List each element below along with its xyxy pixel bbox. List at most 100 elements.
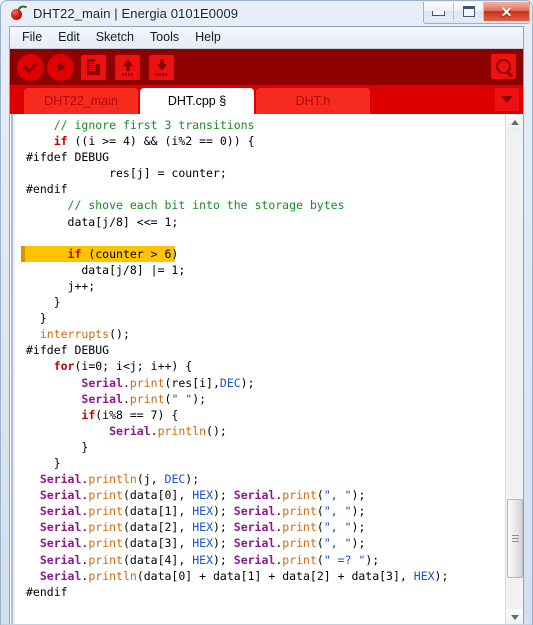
code-line[interactable]: // ignore first 3 transitions <box>15 117 505 133</box>
code-token: print <box>282 552 317 567</box>
tab-dht-cpp[interactable]: DHT.cpp § <box>140 88 254 114</box>
menu-item-help[interactable]: Help <box>187 28 229 47</box>
code-token: println <box>88 472 137 487</box>
code-line[interactable]: for(i=0; i<j; i++) { <box>15 358 505 374</box>
code-token: ); <box>351 520 366 535</box>
editor-area: // ignore first 3 transitions if ((i >= … <box>10 114 523 624</box>
close-button[interactable]: ✕ <box>484 2 529 21</box>
code-token: ( <box>316 520 324 535</box>
code-text-area[interactable]: // ignore first 3 transitions if ((i >= … <box>15 114 505 624</box>
code-token: ); <box>351 504 366 519</box>
code-token: (data[2], <box>122 520 193 535</box>
tab-menu-button[interactable] <box>495 88 519 111</box>
code-token: Serial <box>233 504 276 519</box>
code-line[interactable]: #endif <box>15 584 505 600</box>
code-token: } <box>26 295 61 310</box>
tab-dht22-main[interactable]: DHT22_main <box>24 88 138 114</box>
code-token: ); <box>213 536 234 551</box>
code-line[interactable]: #ifdef DEBUG <box>15 342 505 358</box>
maximize-button[interactable] <box>454 2 484 21</box>
up-arrow-icon <box>122 58 133 76</box>
scroll-up-icon <box>510 120 519 125</box>
menu-item-file[interactable]: File <box>14 28 50 47</box>
code-line[interactable]: Serial.println(); <box>15 423 505 439</box>
code-line[interactable]: Serial.print(data[1], HEX); Serial.print… <box>15 503 505 519</box>
code-line[interactable] <box>15 230 505 246</box>
code-line[interactable]: } <box>15 455 505 471</box>
code-line[interactable]: } <box>15 294 505 310</box>
code-token: (data[0], <box>122 488 193 503</box>
minimize-button[interactable] <box>424 2 454 21</box>
title-bar[interactable]: DHT22_main | Energia 0101E0009 ✕ <box>1 1 532 25</box>
code-token: print <box>88 536 123 551</box>
code-token: DEC <box>219 375 241 390</box>
code-line[interactable]: Serial.print(data[2], HEX); Serial.print… <box>15 519 505 535</box>
chevron-down-icon <box>501 96 513 103</box>
tab-dht-h[interactable]: DHT.h <box>256 88 370 114</box>
code-line[interactable]: Serial.println(j, DEC); <box>15 471 505 487</box>
verify-button[interactable] <box>17 53 44 81</box>
code-token: #endif <box>26 182 68 197</box>
code-line[interactable]: if (counter > 6) <box>15 245 505 262</box>
code-token: res[j] = counter; <box>26 166 227 181</box>
code-token: ( <box>316 504 324 519</box>
code-line[interactable]: res[j] = counter; <box>15 165 505 181</box>
editor-vertical-scrollbar[interactable] <box>505 114 523 624</box>
code-token: (); <box>206 423 227 438</box>
code-line[interactable]: data[j/8] <<= 1; <box>15 214 505 230</box>
code-line[interactable]: // shove each bit into the storage bytes <box>15 197 505 213</box>
code-line[interactable]: interrupts(); <box>15 326 505 342</box>
upload-button[interactable] <box>47 53 74 81</box>
code-token: . <box>122 391 130 406</box>
code-line[interactable]: if ((i >= 4) && (i%2 == 0)) { <box>15 133 505 149</box>
down-arrow-icon <box>156 58 167 76</box>
code-token: HEX <box>413 568 435 583</box>
code-line[interactable]: Serial.print(" "); <box>15 391 505 407</box>
menu-item-tools[interactable]: Tools <box>142 28 187 47</box>
code-token: ((i >= 4) && (i%2 == 0)) { <box>67 134 255 149</box>
code-line[interactable]: Serial.print(res[i],DEC); <box>15 375 505 391</box>
open-button[interactable] <box>115 54 140 80</box>
code-token: Serial <box>39 568 82 583</box>
magnifier-icon <box>496 59 511 74</box>
code-line[interactable]: Serial.print(data[4], HEX); Serial.print… <box>15 552 505 568</box>
code-token: ); <box>185 472 200 487</box>
cherry-icon <box>10 3 28 21</box>
code-line[interactable]: #endif <box>15 181 505 197</box>
minimize-icon <box>432 11 445 16</box>
scroll-up-button[interactable] <box>506 114 523 131</box>
scrollbar-thumb[interactable] <box>507 499 523 578</box>
code-token: ); <box>213 504 234 519</box>
code-line[interactable]: } <box>15 439 505 455</box>
menu-item-edit[interactable]: Edit <box>50 28 88 47</box>
code-line[interactable]: Serial.print(data[3], HEX); Serial.print… <box>15 535 505 551</box>
code-line[interactable]: if(i%8 == 7) { <box>15 407 505 423</box>
code-line[interactable]: Serial.print(data[0], HEX); Serial.print… <box>15 487 505 503</box>
code-line[interactable]: } <box>15 310 505 326</box>
window-title: DHT22_main | Energia 0101E0009 <box>33 5 239 21</box>
energia-ide-window: DHT22_main | Energia 0101E0009 ✕ File Ed… <box>0 0 533 625</box>
save-button[interactable] <box>149 54 174 80</box>
code-line[interactable]: #ifdef DEBUG <box>15 149 505 165</box>
code-token: } <box>26 455 61 470</box>
serial-monitor-button[interactable] <box>491 54 516 79</box>
code-line[interactable]: data[j/8] |= 1; <box>15 262 505 278</box>
menu-item-sketch[interactable]: Sketch <box>88 28 142 47</box>
code-line[interactable]: Serial.println(data[0] + data[1] + data[… <box>15 568 505 584</box>
code-token: (data[0] + data[1] + data[2] + data[3], <box>136 568 414 583</box>
new-button[interactable] <box>81 54 106 80</box>
code-token: (data[1], <box>122 504 193 519</box>
code-token: print <box>129 391 165 406</box>
scrollbar-grip-icon <box>511 535 519 542</box>
code-token: print <box>282 488 317 503</box>
code-token: ", " <box>323 536 352 551</box>
code-token: j++; <box>26 278 96 293</box>
code-line[interactable]: j++; <box>15 278 505 294</box>
scroll-down-button[interactable] <box>506 609 523 624</box>
code-token: for <box>53 359 75 374</box>
code-token: ); <box>240 375 255 390</box>
